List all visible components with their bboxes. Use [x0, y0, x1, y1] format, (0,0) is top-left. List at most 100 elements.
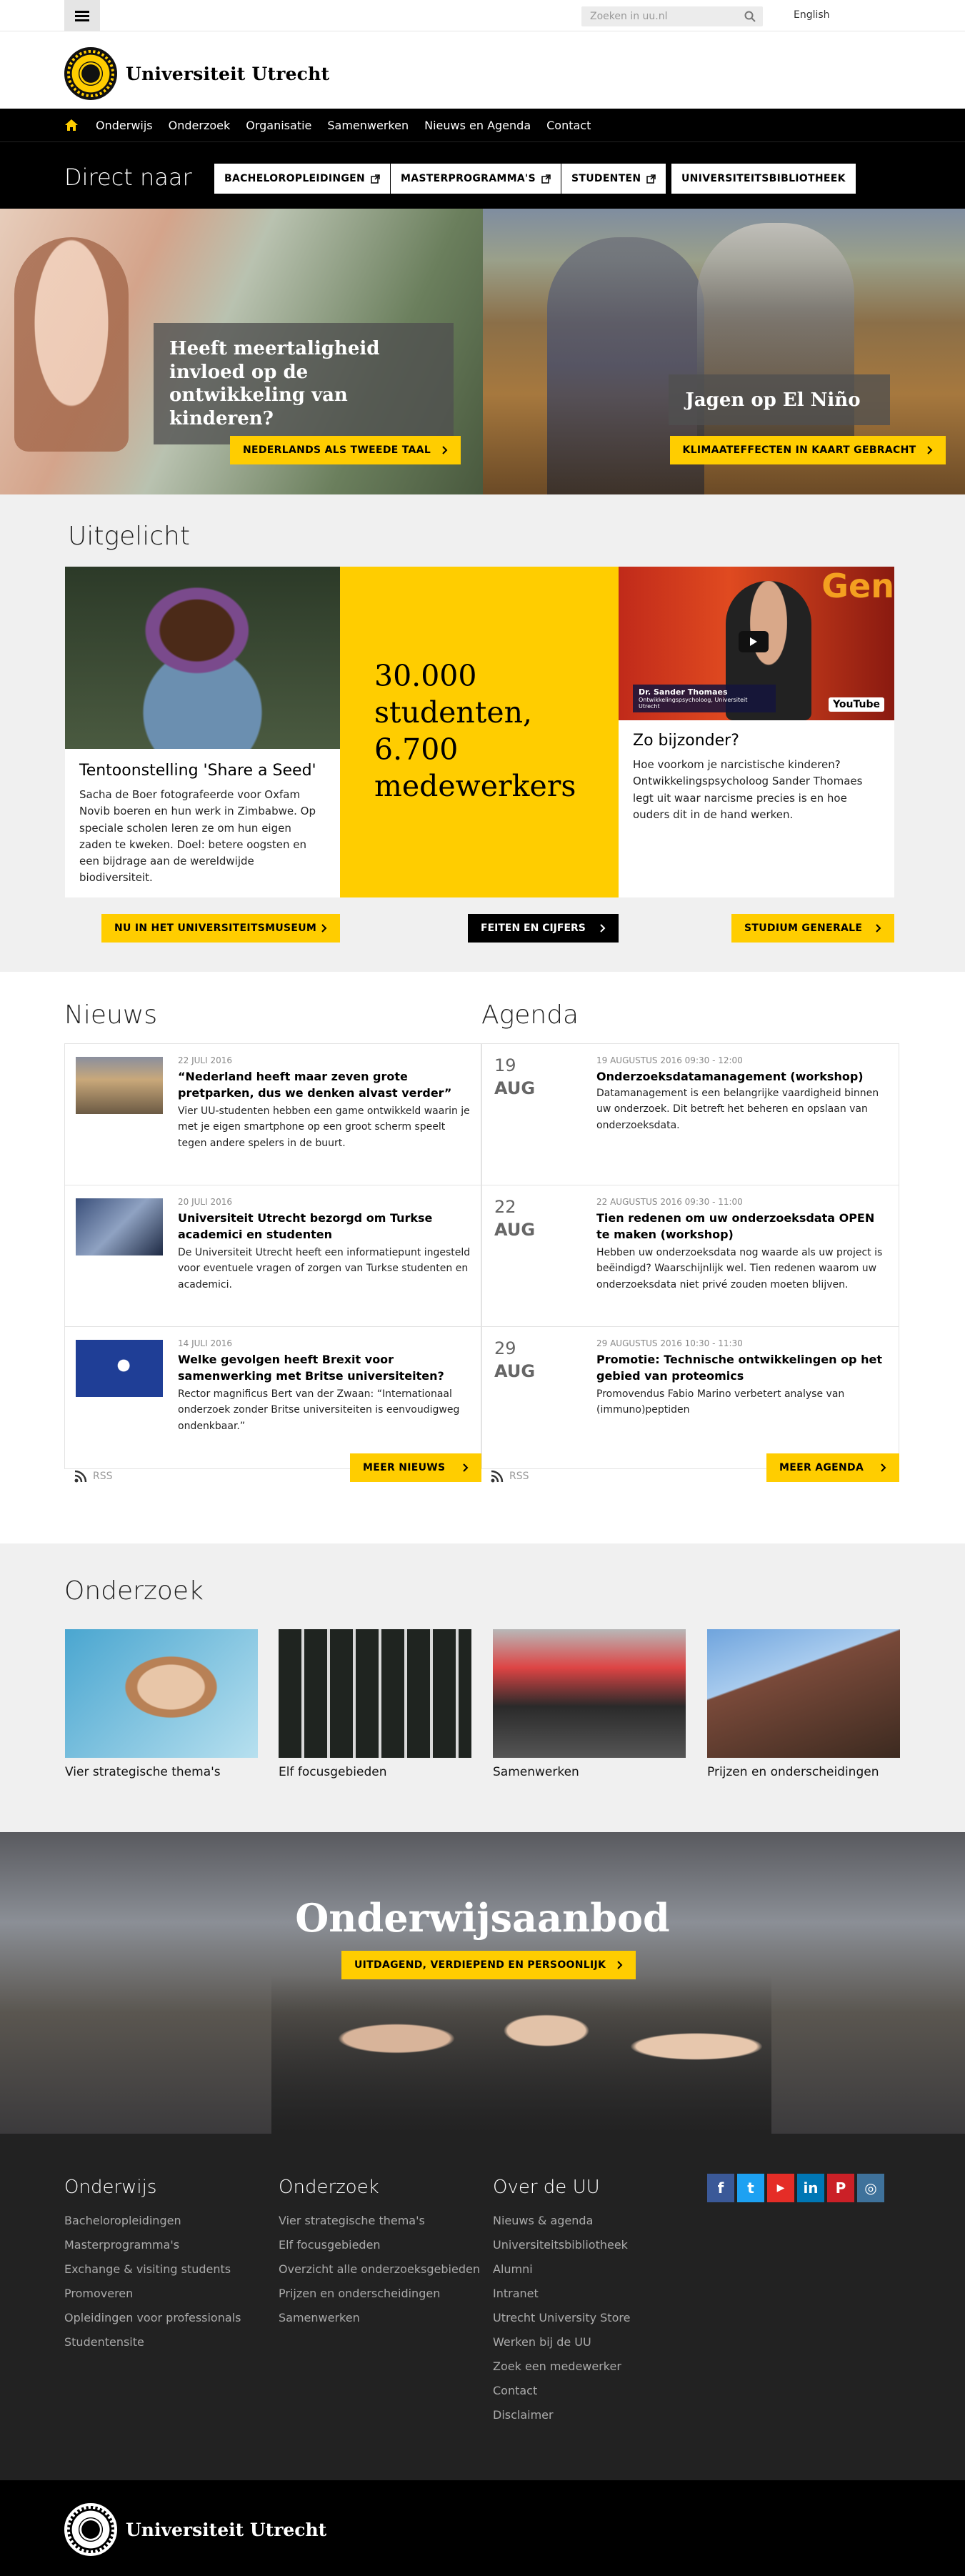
sun-emblem-icon [64, 47, 117, 100]
news-item[interactable]: 20 JULI 2016 Universiteit Utrecht bezorg… [65, 1185, 481, 1327]
share-a-seed-photo [65, 567, 340, 749]
video-bg-text: Gen [821, 567, 894, 605]
news-item[interactable]: 14 JULI 2016 Welke gevolgen heeft Brexit… [65, 1327, 481, 1468]
footer-link[interactable]: Promoveren [64, 2287, 241, 2300]
agenda-item[interactable]: 29 AUG 29 AUGUSTUS 2016 10:30 - 11:30 Pr… [482, 1327, 899, 1468]
button-label: NEDERLANDS ALS TWEEDE TAAL [243, 444, 431, 456]
footer-link[interactable]: Masterprogramma's [64, 2238, 241, 2252]
hero-right-panel[interactable]: Jagen op El Niño KLIMAATEFFECTEN IN KAAR… [482, 209, 965, 494]
footer-link[interactable]: Nieuws & agenda [493, 2214, 630, 2227]
footer-link[interactable]: Opleidingen voor professionals [64, 2311, 241, 2324]
students-photo [271, 1975, 771, 2134]
hero-left-panel[interactable]: Heeft meertaligheid invloed op de ontwik… [0, 209, 483, 494]
universiteitsmuseum-button[interactable]: NU IN HET UNIVERSITEITSMUSEUM [101, 914, 340, 943]
language-link[interactable]: English [794, 9, 830, 21]
news-thumbnail [76, 1057, 163, 1114]
bacheloropleidingen-button[interactable]: BACHELOROPLEIDINGEN [214, 164, 391, 194]
footer-link[interactable]: Werken bij de UU [493, 2335, 630, 2349]
agenda-title-link[interactable]: Promotie: Technische ontwikkelingen op h… [596, 1351, 889, 1384]
footer-logo[interactable]: Universiteit Utrecht [64, 2503, 326, 2556]
masterprogrammas-button[interactable]: MASTERPROGRAMMA'S [391, 164, 561, 194]
klimaateffecten-button[interactable]: KLIMAATEFFECTEN IN KAART GEBRACHT [669, 436, 946, 464]
button-label: NU IN HET UNIVERSITEITSMUSEUM [114, 923, 317, 934]
play-button-icon[interactable] [739, 631, 769, 652]
home-icon[interactable] [64, 118, 79, 132]
onderwijsaanbod-button[interactable]: UITDAGEND, VERDIEPEND EN PERSOONLIJK [341, 1951, 636, 1979]
tile-label[interactable]: Elf focusgebieden [279, 1765, 471, 1779]
news-item[interactable]: 22 JULI 2016 “Nederland heeft maar zeven… [65, 1044, 481, 1185]
twitter-icon[interactable]: t [737, 2174, 764, 2202]
onderzoek-tile[interactable]: Samenwerken [493, 1629, 686, 1779]
facts-card[interactable]: 30.000 studenten, 6.700 medewerkers [340, 567, 619, 897]
agenda-summary: Hebben uw onderzoeksdata nog waarde als … [596, 1247, 883, 1291]
nav-item-samenwerken[interactable]: Samenwerken [327, 119, 409, 132]
footer-link[interactable]: Utrecht University Store [493, 2311, 630, 2324]
footer-link[interactable]: Universiteitsbibliotheek [493, 2238, 630, 2252]
nav-item-contact[interactable]: Contact [546, 119, 591, 132]
meer-agenda-button[interactable]: MEER AGENDA [766, 1453, 899, 1482]
search-input[interactable]: Zoeken in uu.nl [581, 6, 763, 26]
youtube-icon[interactable]: ▶ [767, 2174, 794, 2202]
onderzoek-tile[interactable]: Elf focusgebieden [279, 1629, 471, 1779]
footer-link[interactable]: Studentensite [64, 2335, 241, 2349]
footer-link[interactable]: Bacheloropleidingen [64, 2214, 241, 2227]
footer-link[interactable]: Overzicht alle onderzoeksgebieden [279, 2262, 480, 2276]
footer-link[interactable]: Contact [493, 2384, 630, 2397]
university-logo[interactable]: Universiteit Utrecht [64, 47, 329, 100]
agenda-datetime: 29 AUGUSTUS 2016 10:30 - 11:30 [596, 1338, 743, 1348]
nav-item-organisatie[interactable]: Organisatie [246, 119, 311, 132]
footer-link[interactable]: Intranet [493, 2287, 630, 2300]
agenda-rss-link[interactable]: RSS [491, 1470, 529, 1483]
news-headline[interactable]: Universiteit Utrecht bezorgd om Turkse a… [178, 1210, 471, 1243]
onderzoek-tile[interactable]: Prijzen en onderscheidingen [707, 1629, 900, 1779]
tile-label[interactable]: Samenwerken [493, 1765, 686, 1779]
onderwijsaanbod-banner[interactable]: Onderwijsaanbod UITDAGEND, VERDIEPEND EN… [0, 1832, 965, 2134]
footer-link[interactable]: Elf focusgebieden [279, 2238, 480, 2252]
tile-label[interactable]: Prijzen en onderscheidingen [707, 1765, 900, 1779]
zo-bijzonder-card[interactable]: Gen Dr. Sander Thomaes Ontwikkelingspsyc… [619, 567, 894, 897]
onderzoek-tile[interactable]: Vier strategische thema's [65, 1629, 258, 1779]
video-thumbnail[interactable]: Gen Dr. Sander Thomaes Ontwikkelingspsyc… [619, 567, 894, 720]
button-label: STUDIUM GENERALE [744, 923, 863, 934]
facebook-icon[interactable]: f [707, 2174, 734, 2202]
instagram-icon[interactable]: ◎ [857, 2174, 884, 2202]
search-icon[interactable] [744, 11, 756, 22]
chevron-right-icon [927, 446, 933, 454]
hamburger-menu-button[interactable] [64, 0, 100, 31]
footer-link[interactable]: Prijzen en onderscheidingen [279, 2287, 480, 2300]
nav-item-onderzoek[interactable]: Onderzoek [169, 119, 231, 132]
linkedin-icon[interactable]: in [797, 2174, 824, 2202]
news-headline[interactable]: Welke gevolgen heeft Brexit voor samenwe… [178, 1351, 471, 1384]
studenten-button[interactable]: STUDENTEN [561, 164, 666, 194]
direct-naar-bar: Direct naar BACHELOROPLEIDINGEN MASTERPR… [0, 141, 965, 209]
meer-nieuws-button[interactable]: MEER NIEUWS [350, 1453, 481, 1482]
footer-link[interactable]: Alumni [493, 2262, 630, 2276]
external-link-icon [646, 174, 656, 184]
news-headline[interactable]: “Nederland heeft maar zeven grote pretpa… [178, 1068, 471, 1101]
button-label: BACHELOROPLEIDINGEN [224, 173, 366, 184]
agenda-item[interactable]: 19 AUG 19 AUGUSTUS 2016 09:30 - 12:00 On… [482, 1044, 899, 1185]
universiteitsbibliotheek-button[interactable]: UNIVERSITEITSBIBLIOTHEEK [671, 164, 856, 194]
agenda-item[interactable]: 22 AUG 22 AUGUSTUS 2016 09:30 - 11:00 Ti… [482, 1185, 899, 1327]
pinterest-icon[interactable]: P [827, 2174, 854, 2202]
footer-link[interactable]: Zoek een medewerker [493, 2359, 630, 2373]
nav-item-nieuws-agenda[interactable]: Nieuws en Agenda [424, 119, 531, 132]
share-a-seed-card[interactable]: Tentoonstelling 'Share a Seed' Sacha de … [65, 567, 340, 897]
agenda-title-link[interactable]: Tien redenen om uw onderzoeksdata OPEN t… [596, 1210, 889, 1243]
news-rss-link[interactable]: RSS [74, 1470, 113, 1483]
footer-link[interactable]: Exchange & visiting students [64, 2262, 241, 2276]
tile-label[interactable]: Vier strategische thema's [65, 1765, 258, 1779]
agenda-title-link[interactable]: Onderzoeksdatamanagement (workshop) [596, 1068, 889, 1085]
footer-link[interactable]: Samenwerken [279, 2311, 480, 2324]
chevron-right-icon [617, 1961, 623, 1969]
external-link-icon [541, 174, 551, 184]
footer-link[interactable]: Vier strategische thema's [279, 2214, 480, 2227]
chevron-right-icon [463, 1463, 469, 1472]
youtube-logo: YouTube [829, 697, 884, 712]
footer-link[interactable]: Disclaimer [493, 2408, 630, 2422]
nederlands-tweede-taal-button[interactable]: NEDERLANDS ALS TWEEDE TAAL [230, 436, 461, 464]
nav-item-onderwijs[interactable]: Onderwijs [96, 119, 153, 132]
feiten-cijfers-button[interactable]: FEITEN EN CIJFERS [468, 914, 619, 943]
main-navigation: Onderwijs Onderzoek Organisatie Samenwer… [0, 109, 965, 141]
studium-generale-button[interactable]: STUDIUM GENERALE [731, 914, 894, 943]
